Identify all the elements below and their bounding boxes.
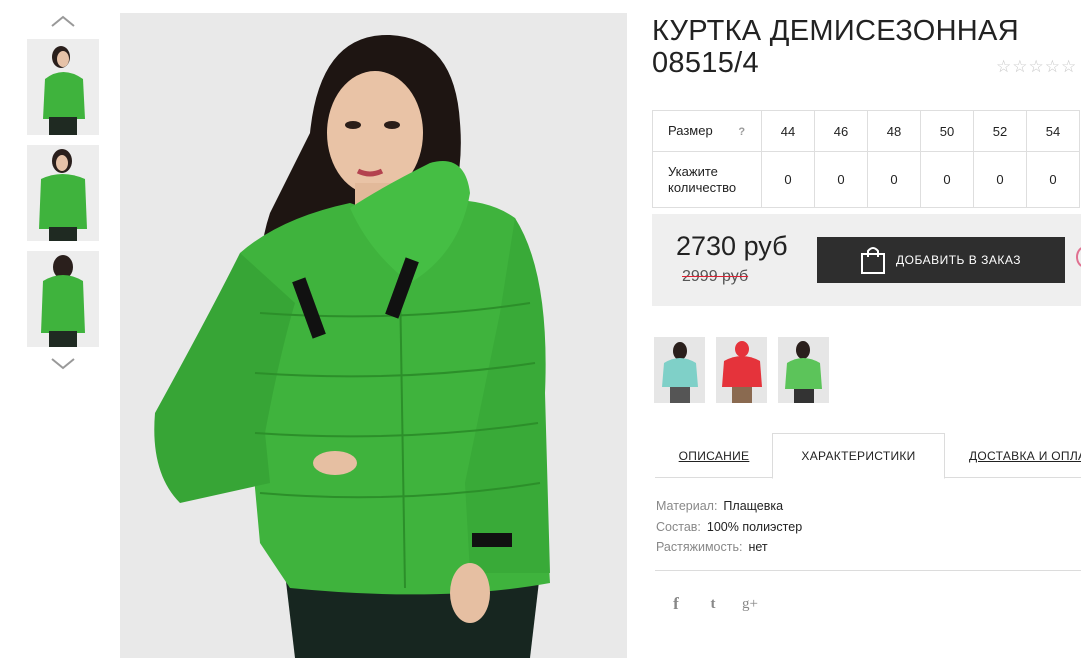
spec-composition: Состав: 100% полиэстер (656, 517, 802, 538)
rating-star-icon[interactable]: ☆☆☆☆☆ (996, 57, 1077, 77)
quantity-input-46[interactable]: 0 (814, 151, 868, 208)
size-label: Размер (668, 122, 713, 138)
variant-green[interactable] (778, 337, 829, 403)
tab-description[interactable]: ОПИСАНИЕ (655, 433, 773, 478)
spec-value: 100% полиэстер (706, 519, 803, 534)
size-table: Размер ? 44 46 48 50 52 54 Укажите колич… (652, 110, 1080, 208)
quantity-input-48[interactable]: 0 (867, 151, 921, 208)
thumbnail-up-chevron-icon[interactable] (50, 14, 76, 28)
variant-mint[interactable] (654, 337, 705, 403)
spec-stretch: Растяжимость: нет (656, 537, 802, 558)
variant-red[interactable] (716, 337, 767, 403)
spec-key: Растяжимость: (656, 540, 743, 554)
tab-description-label: ОПИСАНИЕ (678, 448, 750, 463)
tab-characteristics-label: ХАРАКТЕРИСТИКИ (801, 449, 916, 463)
product-title: КУРТКА ДЕМИСЕЗОННАЯ 08515/4 (652, 15, 1019, 79)
size-48: 48 (867, 110, 921, 152)
current-price: 2730 руб (676, 231, 788, 261)
info-tabs: ОПИСАНИЕ ХАРАКТЕРИСТИКИ ДОСТАВКА И ОПЛАТ… (655, 433, 1081, 479)
divider (655, 570, 1081, 571)
add-to-order-button[interactable]: ДОБАВИТЬ В ЗАКАЗ (817, 237, 1065, 283)
google-plus-icon[interactable]: g+ (740, 594, 760, 614)
heart-icon[interactable] (1076, 246, 1081, 268)
quantity-input-44[interactable]: 0 (761, 151, 815, 208)
quantity-input-50[interactable]: 0 (920, 151, 974, 208)
quantity-input-52[interactable]: 0 (973, 151, 1027, 208)
facebook-icon[interactable]: f (666, 594, 686, 614)
thumbnail-down-chevron-icon[interactable] (50, 357, 76, 371)
size-44: 44 (761, 110, 815, 152)
add-to-order-label: ДОБАВИТЬ В ЗАКАЗ (896, 253, 1021, 267)
spec-key: Состав: (656, 519, 701, 534)
size-label-cell: Размер ? (652, 110, 762, 152)
size-help-icon[interactable]: ? (738, 126, 745, 138)
tab-delivery-label: ДОСТАВКА И ОПЛАТА (969, 448, 1081, 463)
tab-delivery[interactable]: ДОСТАВКА И ОПЛАТА (945, 433, 1081, 478)
quantity-label: Укажите количество (652, 151, 762, 208)
thumbnail-3[interactable] (27, 251, 99, 347)
size-52: 52 (973, 110, 1027, 152)
price-box: 2730 руб 2999 руб ДОБАВИТЬ В ЗАКАЗ (652, 214, 1081, 306)
main-product-photo (120, 13, 627, 658)
spec-value: Плащевка (723, 499, 784, 513)
old-price: 2999 руб (682, 268, 749, 285)
shopping-bag-icon (860, 245, 886, 275)
tab-characteristics[interactable]: ХАРАКТЕРИСТИКИ (772, 433, 945, 479)
quantity-input-54[interactable]: 0 (1026, 151, 1080, 208)
spec-list: Материал: Плащевка Состав: 100% полиэстер … (656, 496, 802, 558)
spec-material: Материал: Плащевка (656, 496, 802, 517)
size-54: 54 (1026, 110, 1080, 152)
size-46: 46 (814, 110, 868, 152)
thumbnail-1[interactable] (27, 39, 99, 135)
size-50: 50 (920, 110, 974, 152)
twitter-icon[interactable]: t (703, 594, 723, 614)
spec-key: Материал: (656, 499, 718, 513)
thumbnail-2[interactable] (27, 145, 99, 241)
spec-value: нет (748, 540, 768, 554)
